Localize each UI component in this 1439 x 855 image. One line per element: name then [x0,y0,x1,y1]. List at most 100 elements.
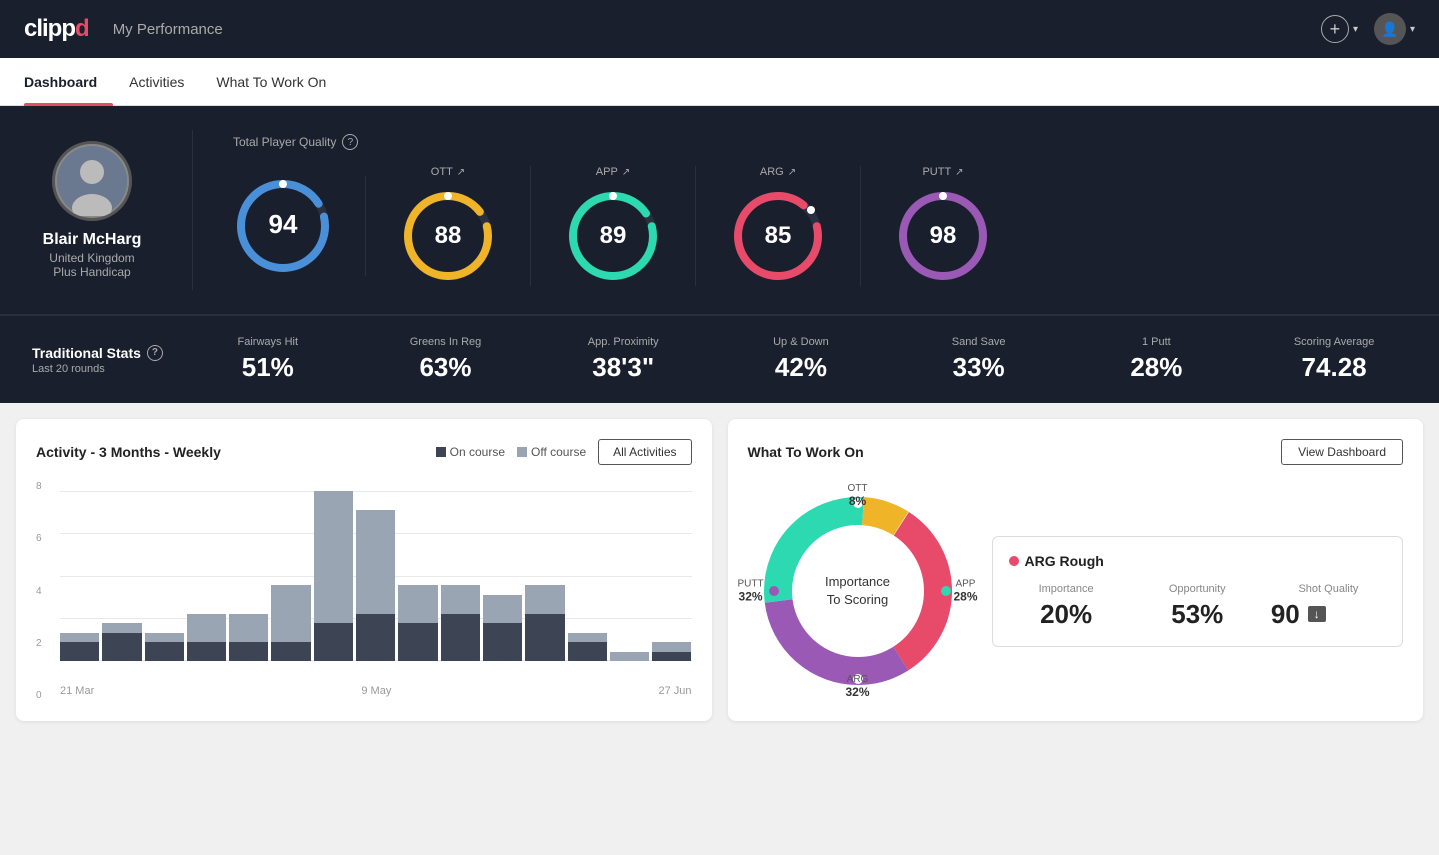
bar-on-course [314,623,353,661]
bar-off-course [525,585,564,613]
bar-off-course [356,510,395,614]
trad-stats-subtitle: Last 20 rounds [32,363,163,375]
bar-on-course [398,623,437,661]
bar-off-course [610,652,649,661]
gauge-app: APP ↗ 89 [531,166,696,286]
gauges: 94 OTT ↗ 88 APP ↗ [233,166,1407,286]
gauge-putt-label: PUTT ↗ [922,166,963,178]
chevron-down-icon: ▾ [1410,24,1415,35]
bar-group [441,491,480,661]
detail-card: ARG Rough Importance 20% Opportunity 53%… [992,536,1404,647]
metric-opportunity: Opportunity 53% [1140,583,1255,630]
bar-group [145,491,184,661]
header-right: + ▾ 👤 ▾ [1321,13,1415,45]
shot-quality-badge: ↓ [1308,606,1326,622]
bar-off-course [60,633,99,642]
bar-group [398,491,437,661]
bar-on-course [568,642,607,661]
player-avatar [52,141,132,221]
stat-updown: Up & Down 42% [728,336,874,383]
bar-off-course [229,614,268,642]
trend-icon: ↗ [955,167,963,178]
bar-on-course [483,623,522,661]
svg-text:85: 85 [765,222,792,249]
player-handicap: Plus Handicap [53,265,130,279]
nav-tabs: Dashboard Activities What To Work On [0,58,1439,106]
arg-gauge-svg: 85 [728,186,828,286]
bars-row [60,491,692,661]
gauge-ott-label: OTT ↗ [431,166,465,178]
legend-on-course: On course [436,445,505,459]
svg-text:94: 94 [269,209,298,239]
activity-card: Activity - 3 Months - Weekly On course O… [16,419,712,721]
bar-on-course [271,642,310,661]
player-name: Blair McHarg [43,231,142,249]
user-menu[interactable]: 👤 ▾ [1374,13,1415,45]
detail-dot [1009,556,1019,566]
bar-group [525,491,564,661]
bottom-section: Activity - 3 Months - Weekly On course O… [0,403,1439,737]
bar-on-course [525,614,564,661]
ott-gauge-svg: 88 [398,186,498,286]
bar-group [610,491,649,661]
gauge-ott: OTT ↗ 88 [366,166,531,286]
stat-sandsave: Sand Save 33% [906,336,1052,383]
svg-text:89: 89 [600,222,627,249]
bar-off-course [441,585,480,613]
header: clippd My Performance + ▾ 👤 ▾ [0,0,1439,58]
tab-what-to-work-on[interactable]: What To Work On [200,58,342,106]
bar-group [568,491,607,661]
view-dashboard-button[interactable]: View Dashboard [1281,439,1403,465]
stat-greens: Greens In Reg 63% [373,336,519,383]
bar-on-course [441,614,480,661]
bar-off-course [398,585,437,623]
svg-text:88: 88 [435,222,462,249]
stat-oneputt: 1 Putt 28% [1084,336,1230,383]
workon-card-header: What To Work On View Dashboard [748,439,1404,465]
chevron-down-icon: ▾ [1353,24,1358,35]
bar-group [102,491,141,661]
bar-off-course [102,623,141,632]
donut-center-text: Importance To Scoring [825,573,890,609]
tab-dashboard[interactable]: Dashboard [24,58,113,106]
all-activities-button[interactable]: All Activities [598,439,691,465]
bar-on-course [652,652,691,661]
bar-off-course [187,614,226,642]
off-course-color [517,447,527,457]
activity-title: Activity - 3 Months - Weekly [36,444,221,460]
stat-fairways: Fairways Hit 51% [195,336,341,383]
workon-content: Importance To Scoring OTT 8% APP 28% ARG… [748,481,1404,701]
gauge-arg: ARG ↗ 85 [696,166,861,286]
donut-label-putt: PUTT 32% [738,579,764,604]
putt-gauge-svg: 98 [893,186,993,286]
svg-text:98: 98 [930,222,957,249]
bar-chart: 8 6 4 2 0 [36,481,692,701]
donut-chart: Importance To Scoring OTT 8% APP 28% ARG… [748,481,968,701]
quality-section: Total Player Quality ? 94 OTT ↗ [233,134,1407,286]
bar-off-course [271,585,310,642]
divider [192,130,193,290]
y-axis: 8 6 4 2 0 [36,481,54,701]
trad-stats-title: Traditional Stats ? [32,345,163,361]
stat-proximity: App. Proximity 38'3" [550,336,696,383]
app-gauge-svg: 89 [563,186,663,286]
header-left: clippd My Performance [24,15,223,43]
tab-activities[interactable]: Activities [113,58,200,106]
help-icon[interactable]: ? [342,134,358,150]
add-button[interactable]: + ▾ [1321,15,1358,43]
trend-icon: ↗ [788,167,796,178]
chart-legend: On course Off course [436,445,587,459]
bar-group [60,491,99,661]
bar-on-course [187,642,226,661]
help-icon[interactable]: ? [147,345,163,361]
workon-detail: ARG Rough Importance 20% Opportunity 53%… [992,536,1404,647]
gauge-putt: PUTT ↗ 98 [861,166,1025,286]
donut-label-arg: ARG 32% [845,674,869,699]
page-title: My Performance [113,21,223,38]
chart-area [60,491,692,681]
legend-off-course: Off course [517,445,586,459]
plus-icon: + [1321,15,1349,43]
bar-on-course [60,642,99,661]
gauge-total: 94 [233,176,366,276]
donut-label-app: APP 28% [953,579,977,604]
